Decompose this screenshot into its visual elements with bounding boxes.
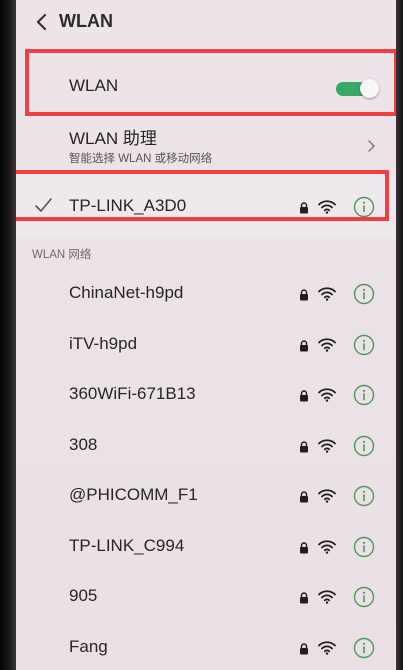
network-list-item[interactable]: 308 (16, 419, 396, 470)
network-ssid: @PHICOMM_F1 (69, 485, 198, 504)
lock-icon (300, 289, 308, 301)
lock-icon (300, 592, 308, 604)
network-list-item[interactable]: @PHICOMM_F1 (16, 469, 396, 520)
network-list-item[interactable]: TP-LINK_C994 (16, 520, 396, 571)
network-list-item[interactable]: iTV-h9pd (16, 318, 396, 369)
network-ssid: 308 (69, 434, 98, 454)
highlight-box-wlan-toggle (25, 49, 396, 116)
network-list-item[interactable]: 360WiFi-671B13 (16, 368, 396, 419)
network-list-item[interactable]: ChinaNet-h9pd (16, 267, 396, 318)
device-bezel-left (0, 0, 16, 670)
lock-icon (300, 642, 308, 654)
info-icon[interactable] (353, 536, 375, 558)
wifi-icon (318, 287, 336, 301)
info-icon[interactable] (353, 384, 375, 406)
info-icon[interactable] (353, 283, 375, 305)
wifi-icon (318, 337, 336, 352)
network-ssid: ChinaNet-h9pd (69, 283, 184, 302)
wifi-icon (318, 438, 336, 453)
wlan-settings-screen: WLAN WLAN WLAN 助理 智能选择 WLAN 或移动网络 TP-LIN… (16, 0, 396, 670)
network-ssid: TP-LINK_C994 (69, 535, 185, 555)
highlight-box-connected-network (16, 170, 389, 221)
wlan-assistant-subtitle: 智能选择 WLAN 或移动网络 (69, 153, 213, 165)
lock-icon (300, 339, 308, 351)
page-title: WLAN (59, 11, 113, 31)
wlan-assistant-title: WLAN 助理 (69, 129, 157, 148)
lock-icon (300, 440, 308, 452)
network-list-item[interactable]: Fang (16, 621, 396, 670)
device-bezel-right (396, 0, 403, 670)
info-icon[interactable] (353, 435, 375, 457)
app-header: WLAN (16, 0, 396, 44)
wifi-icon (318, 640, 336, 655)
network-ssid: 360WiFi-671B13 (69, 384, 196, 403)
section-label-wlan-networks: WLAN 网络 (32, 249, 92, 261)
lock-icon (300, 390, 308, 402)
wifi-icon (318, 489, 336, 503)
info-icon[interactable] (353, 485, 375, 507)
wifi-icon (318, 539, 336, 554)
network-ssid: 905 (69, 586, 98, 605)
chevron-right-icon (368, 140, 375, 152)
info-icon[interactable] (353, 334, 375, 356)
lock-icon (300, 491, 308, 503)
wifi-icon (318, 388, 336, 402)
info-icon[interactable] (353, 637, 375, 659)
wifi-icon (318, 590, 336, 604)
network-ssid: iTV-h9pd (69, 333, 138, 353)
network-ssid: Fang (69, 636, 108, 656)
lock-icon (300, 541, 308, 553)
network-list-item[interactable]: 905 (16, 570, 396, 621)
chevron-left-icon[interactable] (33, 12, 53, 32)
info-icon[interactable] (353, 586, 375, 608)
